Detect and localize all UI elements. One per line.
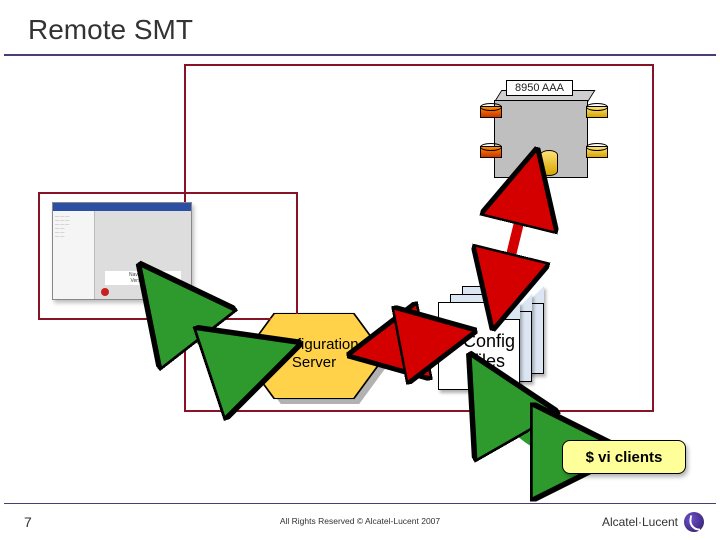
disk-icon [586,106,608,118]
disk-icon [480,146,502,158]
brand-text: Alcatel·Lucent [602,515,678,529]
config-files-node: Config files [438,286,548,394]
disk-icon [586,146,608,158]
hex-label-line1: Configuration [269,336,358,353]
server-8950-aaa: 8950 AAA [476,80,606,176]
slide-title: Remote SMT [28,14,193,46]
client-tree-pane: ── ── ──── ── ──── ── ──── ──── ──── ── [53,211,95,299]
client-banner: NavisRadius Version 4.0 [105,271,182,285]
hex-label-line2: Server [292,354,336,371]
callout-text: $ vi clients [586,449,663,466]
server-label: 8950 AAA [506,80,573,96]
hex-label: Configuration Server [244,336,384,372]
files-label-line1: Config [463,331,515,351]
brand-logo-icon [684,512,704,532]
cylinder-icon [540,150,558,176]
files-label: Config files [449,331,529,371]
client-main-pane: NavisRadius Version 4.0 [95,211,191,299]
configuration-server-node: Configuration Server [244,314,384,398]
footer-rule [4,503,716,505]
disk-icon [480,106,502,118]
client-logo-dot [101,288,109,296]
title-rule [4,54,716,56]
vi-clients-callout: $ vi clients [562,440,686,474]
files-label-line2: files [473,351,505,371]
client-banner-sub: Version 4.0 [130,278,155,284]
client-titlebar [53,203,191,211]
file-icon: Config files [438,302,520,390]
client-app-thumbnail: ── ── ──── ── ──── ── ──── ──── ──── ── … [52,202,192,300]
brand: Alcatel·Lucent [602,512,704,532]
